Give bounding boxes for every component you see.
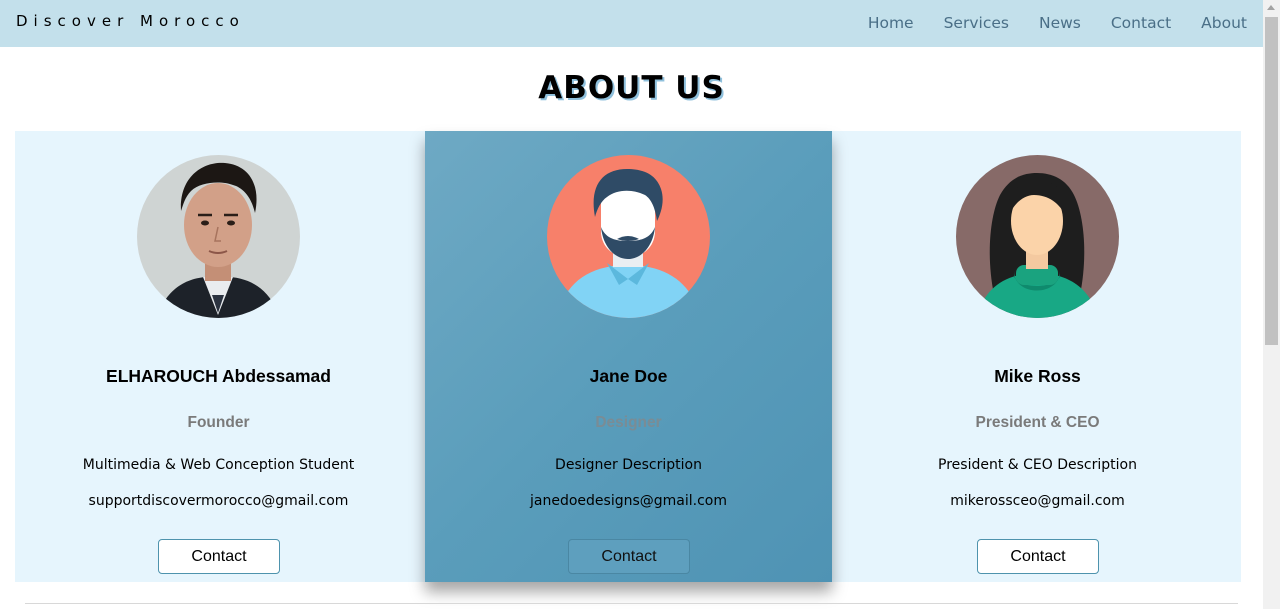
- member-email: janedoedesigns@gmail.com: [530, 493, 727, 509]
- photo-avatar-icon: [137, 155, 300, 318]
- member-role: Designer: [595, 414, 662, 431]
- member-name: ELHAROUCH Abdessamad: [106, 366, 331, 386]
- member-email: supportdiscovermorocco@gmail.com: [88, 493, 349, 509]
- page: Discover Morocco Home Services News Cont…: [0, 0, 1280, 609]
- nav-services[interactable]: Services: [944, 14, 1009, 32]
- member-description: Designer Description: [555, 457, 702, 473]
- contact-button[interactable]: Contact: [977, 539, 1099, 574]
- divider: [25, 603, 1238, 604]
- contact-button[interactable]: Contact: [158, 539, 280, 574]
- member-name: Jane Doe: [589, 366, 668, 386]
- nav-about[interactable]: About: [1201, 14, 1247, 32]
- nav-home[interactable]: Home: [868, 14, 914, 32]
- team-card-designer: Jane Doe Designer Designer Description j…: [425, 131, 832, 582]
- member-name: Mike Ross: [994, 366, 1081, 386]
- nav-news[interactable]: News: [1039, 14, 1081, 32]
- scrollbar[interactable]: [1263, 0, 1280, 609]
- member-description: President & CEO Description: [938, 457, 1137, 473]
- team-card-founder: ELHAROUCH Abdessamad Founder Multimedia …: [15, 131, 422, 582]
- member-description: Multimedia & Web Conception Student: [82, 457, 355, 473]
- page-title: ABOUT US: [538, 70, 725, 106]
- scroll-up-icon[interactable]: [1267, 5, 1275, 10]
- scroll-thumb[interactable]: [1265, 17, 1278, 345]
- navbar: Discover Morocco Home Services News Cont…: [0, 0, 1263, 47]
- member-role: President & CEO: [975, 414, 1100, 431]
- nav-contact[interactable]: Contact: [1111, 14, 1171, 32]
- member-email: mikerossceo@gmail.com: [950, 493, 1125, 509]
- member-role: Founder: [187, 414, 250, 431]
- man-avatar-icon: [547, 155, 710, 318]
- nav-links: Home Services News Contact About: [838, 14, 1247, 32]
- brand-logo[interactable]: Discover Morocco: [16, 12, 245, 30]
- team-cards: ELHAROUCH Abdessamad Founder Multimedia …: [15, 131, 1241, 582]
- woman-avatar-icon: [956, 155, 1119, 318]
- contact-button[interactable]: Contact: [568, 539, 690, 574]
- team-card-ceo: Mike Ross President & CEO President & CE…: [834, 131, 1241, 582]
